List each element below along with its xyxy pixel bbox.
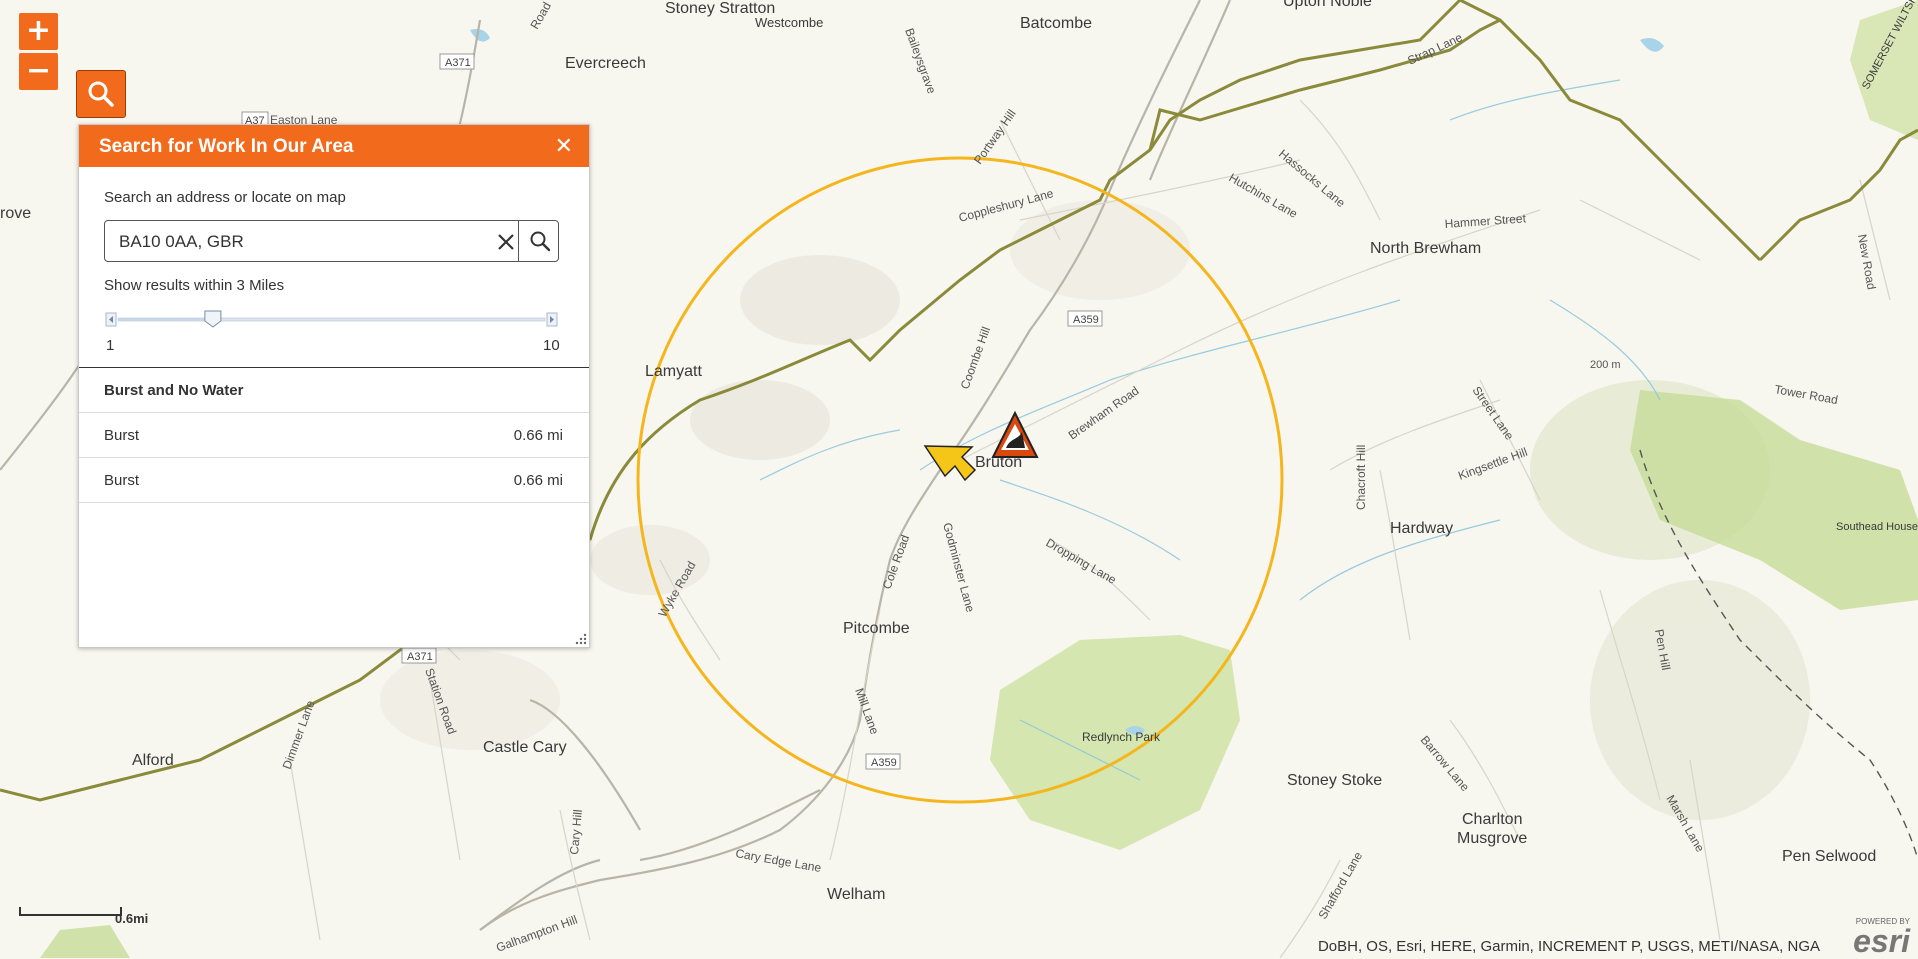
place-label: Pitcombe bbox=[843, 620, 910, 637]
road-label: Kingsettle Hill bbox=[1456, 445, 1529, 483]
svg-text:A371: A371 bbox=[407, 651, 433, 663]
place-label: Castle Cary bbox=[483, 739, 567, 756]
road-label: Hutchins Lane bbox=[1227, 170, 1301, 221]
road-label: Strap Lane bbox=[1405, 30, 1464, 68]
search-box bbox=[104, 220, 560, 263]
road-label: Galhampton Hill bbox=[494, 912, 579, 954]
road-label: Hammer Street bbox=[1444, 211, 1527, 231]
result-row[interactable]: Burst 0.66 mi bbox=[79, 413, 589, 458]
road-label: 200 m bbox=[1590, 359, 1621, 371]
clear-icon[interactable] bbox=[493, 227, 519, 255]
result-name: Burst bbox=[104, 472, 140, 489]
road-label: Portway Hill bbox=[971, 107, 1019, 167]
close-icon[interactable]: ✕ bbox=[555, 134, 573, 159]
place-label: Evercreech bbox=[565, 55, 646, 72]
road-label: Cary Hill bbox=[567, 809, 585, 855]
place-label: rove bbox=[0, 205, 31, 222]
map-attribution: DoBH, OS, Esri, HERE, Garmin, INCREMENT … bbox=[1317, 938, 1820, 955]
svg-text:A371: A371 bbox=[445, 57, 471, 69]
place-label: Musgrove bbox=[1457, 830, 1527, 847]
radius-label: Show results within 3 Miles bbox=[104, 277, 285, 294]
road-label: Cole Road bbox=[880, 533, 913, 591]
road-label: Barrow Lane bbox=[1418, 733, 1473, 794]
place-label: Westcombe bbox=[755, 15, 823, 30]
result-distance: 0.66 mi bbox=[513, 472, 563, 489]
road-label: Godminster Lane bbox=[940, 521, 977, 614]
results-category-header[interactable]: Burst and No Water bbox=[79, 368, 589, 413]
svg-text:A359: A359 bbox=[1073, 314, 1099, 326]
place-label: Stoney Stoke bbox=[1287, 772, 1382, 789]
slider-max-label: 10 bbox=[543, 337, 560, 354]
place-label: Charlton bbox=[1462, 811, 1522, 828]
panel-title: Search for Work In Our Area bbox=[99, 136, 354, 157]
search-icon bbox=[530, 231, 550, 252]
zoom-in-button[interactable]: + bbox=[19, 13, 58, 50]
place-label: Alford bbox=[132, 752, 174, 769]
search-hint: Search an address or locate on map bbox=[104, 189, 346, 206]
search-panel: Search for Work In Our Area ✕ Search an … bbox=[78, 124, 590, 648]
search-toggle-button[interactable] bbox=[76, 70, 126, 118]
place-label: Batcombe bbox=[1020, 15, 1092, 32]
slider-min-label: 1 bbox=[106, 337, 115, 354]
road-label: Tower Road bbox=[1773, 382, 1838, 407]
svg-text:A359: A359 bbox=[871, 757, 897, 769]
location-arrow-icon bbox=[923, 445, 977, 482]
road-label: Chacroft Hill bbox=[1354, 445, 1368, 510]
warning-marker-icon[interactable] bbox=[991, 410, 1039, 458]
place-label: Redlynch Park bbox=[1082, 730, 1161, 744]
road-label: Shafford Lane bbox=[1315, 849, 1365, 921]
radius-slider[interactable] bbox=[104, 309, 559, 329]
result-row[interactable]: Burst 0.66 mi bbox=[79, 458, 589, 503]
zoom-out-button[interactable]: − bbox=[19, 53, 58, 90]
road-label: Street Lane bbox=[1470, 384, 1517, 443]
address-search-input[interactable] bbox=[117, 221, 481, 263]
esri-wordmark: esri bbox=[1853, 923, 1910, 959]
place-label: North Brewham bbox=[1370, 240, 1481, 257]
search-icon bbox=[88, 81, 114, 107]
place-label: Welham bbox=[827, 886, 885, 903]
road-label: Brewham Road bbox=[1066, 384, 1142, 443]
esri-logo[interactable]: POWERED BY esri bbox=[1853, 917, 1910, 959]
place-label: Southead House and Gardens bbox=[1836, 521, 1918, 533]
resize-grip-icon[interactable] bbox=[575, 633, 587, 645]
scale-bar: 0.6mi bbox=[19, 907, 159, 932]
result-name: Burst bbox=[104, 427, 140, 444]
category-label: Burst and No Water bbox=[104, 382, 244, 399]
road-label: Baileysgrave bbox=[902, 26, 939, 96]
place-label: Upton Noble bbox=[1283, 0, 1372, 10]
road-label: Dropping Lane bbox=[1044, 535, 1119, 587]
panel-header: Search for Work In Our Area ✕ bbox=[79, 125, 589, 167]
result-distance: 0.66 mi bbox=[513, 427, 563, 444]
slider-thumb bbox=[204, 310, 222, 328]
place-label: Lamyatt bbox=[645, 363, 702, 380]
scale-label: 0.6mi bbox=[115, 911, 149, 926]
place-label: Pen Selwood bbox=[1782, 848, 1876, 865]
road-label: Road bbox=[527, 0, 553, 31]
road-label: Cary Edge Lane bbox=[734, 846, 822, 875]
search-submit-button[interactable] bbox=[518, 220, 560, 262]
road-label: Coombe Hill bbox=[958, 325, 994, 391]
place-label: Hardway bbox=[1390, 520, 1453, 537]
